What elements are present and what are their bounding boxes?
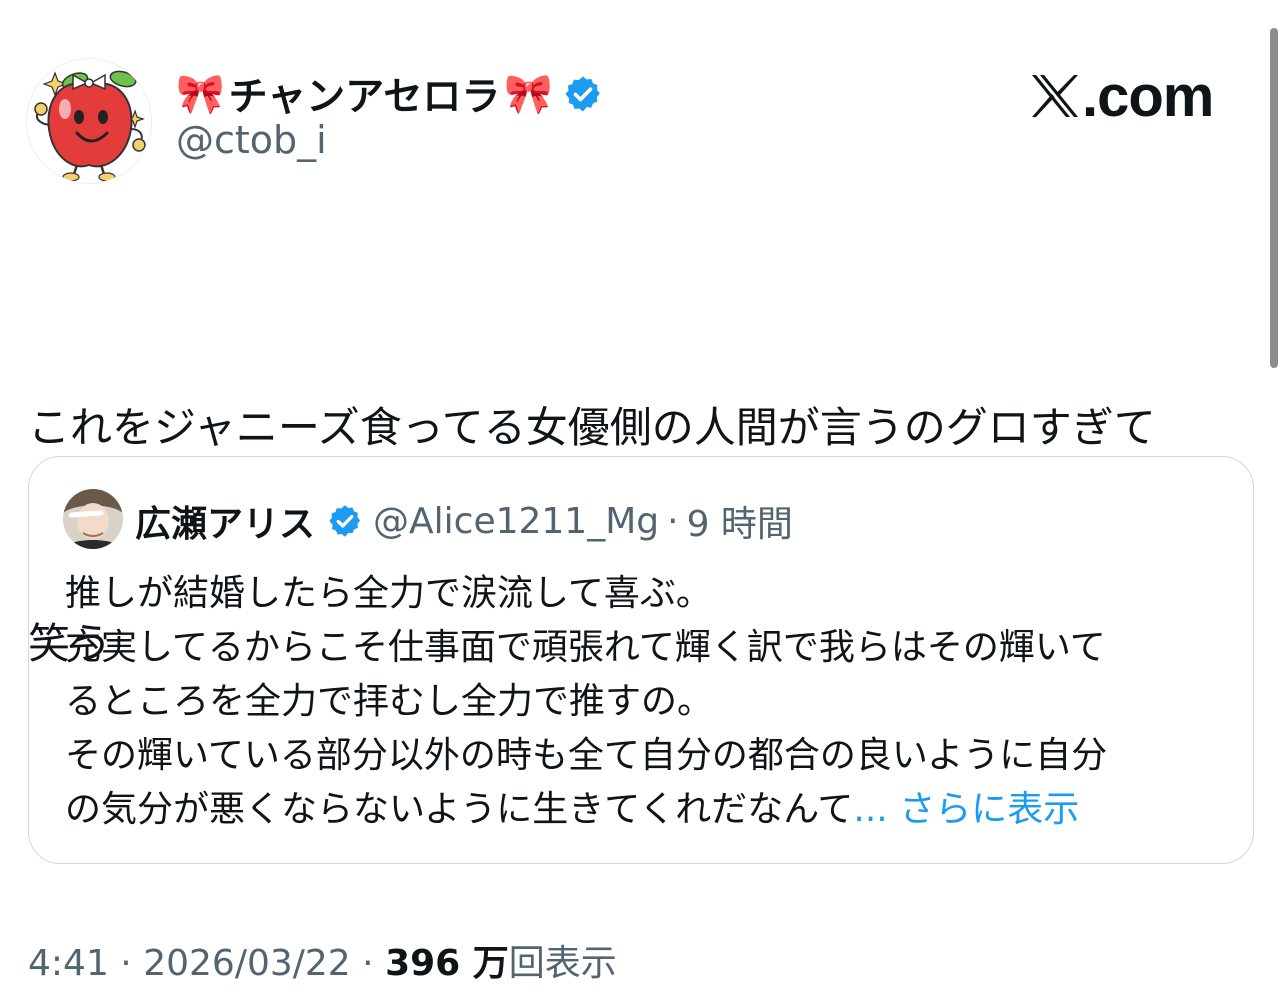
scrollbar[interactable] <box>1270 28 1278 368</box>
quoted-tweet-time[interactable]: 9 時間 <box>687 495 793 547</box>
x-logo-icon <box>1032 75 1078 117</box>
site-label: .com <box>1082 63 1214 129</box>
quoted-text-line: 充実してるからこそ仕事面で頑張れて輝く訳で我らはその輝いて <box>65 627 1106 668</box>
quoted-text-line: 推しが結婚したら全力で涙流して喜ぶ。 <box>65 573 712 614</box>
quoted-user-avatar[interactable] <box>63 489 123 549</box>
views-label: 回表示 <box>508 943 617 984</box>
quoted-user-handle[interactable]: @Alice1211_Mg <box>373 501 659 542</box>
show-more-link[interactable]: さらに表示 <box>899 789 1079 830</box>
quoted-text-line: るところを全力で拝むし全力で推すの。 <box>65 681 714 722</box>
quoted-tweet-card[interactable]: 広瀬アリス @Alice1211_Mg · 9 時間 推しが結婚したら全力で涙流… <box>28 456 1254 864</box>
display-name[interactable]: チャンアセロラ <box>229 66 501 122</box>
views-count: 396 万 <box>385 943 509 984</box>
meta-separator: · <box>120 943 132 984</box>
meta-separator: · <box>667 500 679 542</box>
quoted-text-fragment: の気分が悪くならないように生きてくれだなんて <box>65 789 854 830</box>
quoted-tweet-text: 推しが結婚したら全力で涙流して喜ぶ。 充実してるからこそ仕事面で頑張れて輝く訳で… <box>65 567 1225 837</box>
user-handle[interactable]: @ctob_i <box>176 118 327 162</box>
verified-badge-icon <box>329 505 361 537</box>
ellipsis: ... <box>853 789 888 830</box>
apple-mascot-icon <box>27 59 151 183</box>
x-com-logo: .com <box>1030 64 1214 129</box>
profile-avatar[interactable] <box>26 58 152 184</box>
verified-badge-icon <box>565 76 600 112</box>
quoted-text-line-last: の気分が悪くならないように生きてくれだなんて... さらに表示 <box>65 783 1225 837</box>
tweet-text-line: これをジャニーズ食ってる女優側の人間が言うのグロすぎて <box>28 403 1156 452</box>
post-time[interactable]: 4:41 <box>28 943 109 984</box>
ribbon-emoji-left: 🎀 <box>176 72 225 117</box>
tweet-footer: 4:41 · 2026/03/22 · 396 万回表示 <box>28 934 617 994</box>
display-name-row[interactable]: 🎀 チャンアセロラ 🎀 <box>176 66 603 122</box>
quoted-text-line: その輝いている部分以外の時も全て自分の都合の良いように自分 <box>65 735 1108 776</box>
ribbon-emoji-right: 🎀 <box>504 72 553 117</box>
quoted-user-name[interactable]: 広瀬アリス <box>135 495 315 547</box>
avatar-photo-icon <box>63 489 123 549</box>
quoted-tweet-header: 広瀬アリス @Alice1211_Mg · 9 時間 <box>135 493 793 549</box>
post-date[interactable]: 2026/03/22 <box>143 943 351 984</box>
meta-separator: · <box>362 943 374 984</box>
